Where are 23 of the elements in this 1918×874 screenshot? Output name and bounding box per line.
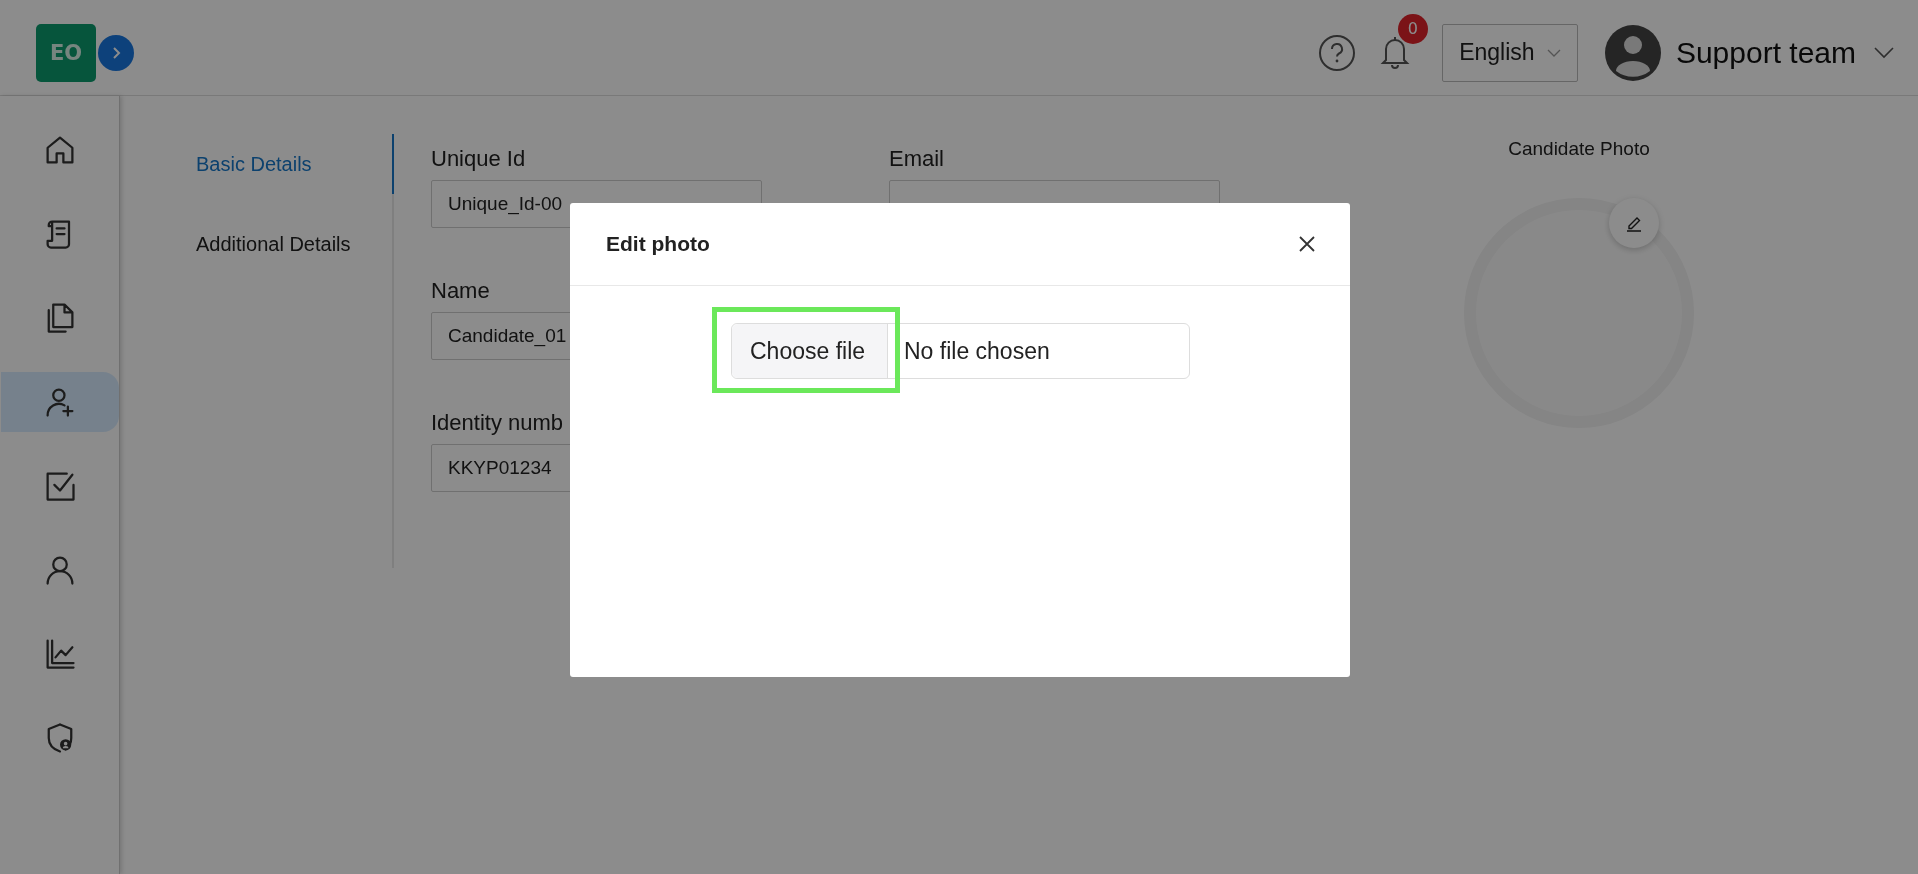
tab[interactable]: Additional Details [196,214,394,274]
edit-photo-button[interactable] [1609,198,1659,248]
logo: EO [36,23,96,82]
choose-file-button[interactable]: Choose file [732,324,888,378]
notification-badge: 0 [1397,13,1428,44]
tab[interactable]: Basic Details [196,134,394,194]
dialog-title: Edit photo [606,232,710,256]
close-icon[interactable] [1298,235,1316,253]
help-icon[interactable] [1317,33,1356,72]
file-name: No file chosen [903,337,1050,365]
field-label: Unique Id [431,146,527,172]
language-select[interactable]: English [1441,23,1578,82]
user-name[interactable]: Support team [1675,35,1856,70]
field-label: Email [889,146,945,172]
file-input[interactable]: Choose file No file chosen [731,323,1190,379]
caret-icon [1546,47,1561,58]
field-label: Identity numb [431,410,565,436]
photo-label: Candidate Photo [1508,138,1650,160]
sidebar-item[interactable] [0,372,119,432]
field-label: Name [431,278,491,304]
avatar-icon[interactable] [1603,23,1662,82]
expand-button[interactable] [98,34,134,71]
caret-icon[interactable] [1874,46,1894,59]
